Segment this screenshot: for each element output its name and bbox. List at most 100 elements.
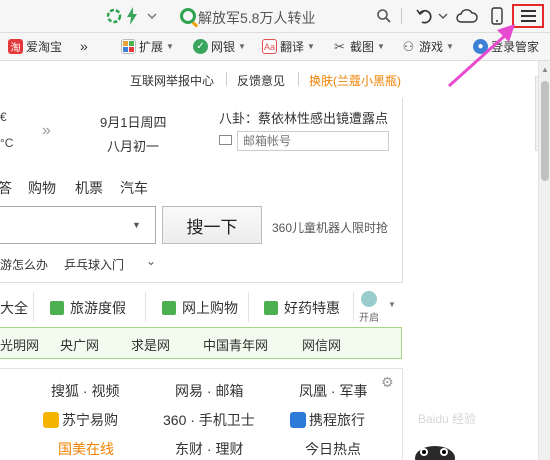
- translate-icon: Aa: [262, 39, 277, 54]
- gossip-headline[interactable]: 八卦：蔡依林性感出镜遭露点: [219, 108, 388, 127]
- email-account-input[interactable]: [237, 131, 389, 151]
- dropdown-caret-icon[interactable]: ▼: [132, 220, 141, 230]
- bookmark-label: 截图: [350, 40, 375, 54]
- bookmark-label: 网银: [211, 40, 236, 54]
- bookmark-taobao[interactable]: 淘 爱淘宝: [8, 38, 62, 55]
- site-suning[interactable]: 苏宁易购: [43, 410, 118, 430]
- cart-icon: [162, 301, 176, 315]
- dropdown-chevron-icon[interactable]: [146, 6, 158, 26]
- menu-line: [520, 10, 536, 12]
- sound-icon: [361, 291, 377, 307]
- ctrip-icon: [290, 412, 306, 428]
- map-icon: [50, 301, 64, 315]
- site-label: 苏宁易购: [62, 412, 118, 428]
- bookmark-label: 游戏: [419, 40, 444, 54]
- annotation-arrow-icon: [447, 24, 515, 88]
- site-netease-mail[interactable]: 网易 · 邮箱: [175, 381, 243, 401]
- divider: [0, 368, 403, 369]
- search-tab[interactable]: 答: [0, 178, 12, 198]
- enable-label: 开启: [359, 313, 379, 324]
- undo-icon[interactable]: [416, 6, 434, 26]
- bank-shield-icon: ✓: [193, 39, 208, 54]
- search-engine-icon[interactable]: [180, 8, 196, 24]
- suggestion-link[interactable]: 乒乓球入门: [64, 256, 124, 273]
- divider: [33, 292, 34, 322]
- gamepad-icon: ⚇: [402, 38, 415, 54]
- site-hot-news[interactable]: 今日热点: [305, 439, 361, 459]
- divider: [0, 282, 403, 283]
- bookmark-overflow[interactable]: »: [80, 38, 88, 54]
- site-eastmoney[interactable]: 东财 · 理财: [175, 439, 243, 459]
- bookmark-extensions[interactable]: 扩展 ▼: [121, 38, 174, 55]
- enable-toggle[interactable]: 开启: [356, 291, 382, 325]
- search-tab-cars[interactable]: 汽车: [120, 178, 148, 198]
- vertical-scrollbar[interactable]: ▲: [538, 61, 550, 460]
- search-button[interactable]: 搜一下: [162, 206, 262, 244]
- chevron-down-icon[interactable]: ⌄: [146, 254, 156, 268]
- category-shopping[interactable]: 网上购物: [162, 298, 238, 318]
- search-tab-flights[interactable]: 机票: [75, 178, 103, 198]
- chevron-down-icon: ▼: [238, 42, 246, 51]
- bookmark-label: 扩展: [139, 40, 164, 54]
- site-link[interactable]: 中国青年网: [203, 335, 268, 354]
- category-label: 好药特惠: [284, 300, 340, 316]
- toolbar-divider: [401, 8, 402, 24]
- mascot-image: [415, 446, 455, 460]
- chevron-down-icon: ▼: [166, 42, 174, 51]
- lightning-icon[interactable]: [126, 6, 138, 26]
- medicine-icon: [264, 301, 278, 315]
- solar-date: 9月1日周四: [100, 115, 167, 130]
- scrollbar-thumb[interactable]: [541, 81, 549, 181]
- scissors-icon: ✂: [334, 38, 345, 54]
- search-icon[interactable]: [376, 6, 392, 26]
- site-360-mobile[interactable]: 360 · 手机卫士: [163, 410, 255, 430]
- double-chevron-right-icon[interactable]: »: [42, 122, 51, 140]
- gear-icon[interactable]: ⚙: [381, 374, 394, 391]
- search-tab-shopping[interactable]: 购物: [28, 178, 56, 198]
- menu-line: [520, 15, 536, 17]
- bookmark-label: 翻译: [280, 40, 305, 54]
- extension-icon: [121, 39, 136, 54]
- divider: [145, 292, 146, 322]
- suggestion-link[interactable]: 游怎么办: [0, 256, 48, 273]
- category-medicine[interactable]: 好药特惠: [264, 298, 340, 318]
- change-skin-link[interactable]: 换肤(兰蔻小黑瓶): [309, 72, 401, 89]
- site-ctrip[interactable]: 携程旅行: [290, 410, 365, 430]
- promo-link[interactable]: 360儿童机器人限时抢: [272, 219, 388, 236]
- site-link[interactable]: 央广网: [60, 335, 99, 354]
- site-gome[interactable]: 国美在线: [58, 439, 114, 459]
- category-daquan[interactable]: 大全: [0, 298, 28, 318]
- divider: [298, 72, 299, 86]
- category-label: 旅游度假: [70, 300, 126, 316]
- divider: [353, 292, 354, 322]
- site-ifeng-military[interactable]: 凤凰 · 军事: [299, 381, 367, 401]
- envelope-icon: [219, 135, 232, 145]
- site-label: 携程旅行: [309, 412, 365, 428]
- chevron-down-icon: ▼: [377, 42, 385, 51]
- scroll-up-icon[interactable]: ▲: [541, 65, 549, 74]
- watermark: Baidu 经验: [418, 412, 477, 426]
- bookmark-label: 爱淘宝: [26, 40, 63, 54]
- bookmark-screenshot[interactable]: ✂ 截图 ▼: [332, 38, 385, 55]
- lunar-date: 八月初一: [107, 139, 160, 154]
- category-travel[interactable]: 旅游度假: [50, 298, 126, 318]
- site-link[interactable]: 光明网: [0, 335, 39, 354]
- bookmark-bank[interactable]: ✓ 网银 ▼: [193, 38, 246, 55]
- site-sohu-video[interactable]: 搜狐 · 视频: [51, 381, 119, 401]
- address-bar-text[interactable]: 解放军5.8万人转业: [198, 8, 315, 28]
- site-link[interactable]: 求是网: [131, 335, 170, 354]
- refresh-icon[interactable]: [106, 6, 122, 26]
- divider: [402, 368, 403, 460]
- report-center-link[interactable]: 互联网举报中心: [130, 72, 214, 89]
- divider: [402, 98, 403, 283]
- bookmark-translate[interactable]: Aa 翻译 ▼: [262, 38, 315, 55]
- divider: [248, 292, 249, 322]
- chevron-down-icon: ▼: [307, 42, 315, 51]
- site-link[interactable]: 网信网: [302, 335, 341, 354]
- category-label: 网上购物: [182, 300, 238, 316]
- weather-temperature[interactable]: °C: [0, 136, 13, 150]
- category-label: 大全: [0, 300, 28, 316]
- weather-icon[interactable]: €: [0, 110, 7, 124]
- chevron-down-icon[interactable]: ▼: [388, 300, 396, 309]
- feedback-link[interactable]: 反馈意见: [237, 72, 285, 89]
